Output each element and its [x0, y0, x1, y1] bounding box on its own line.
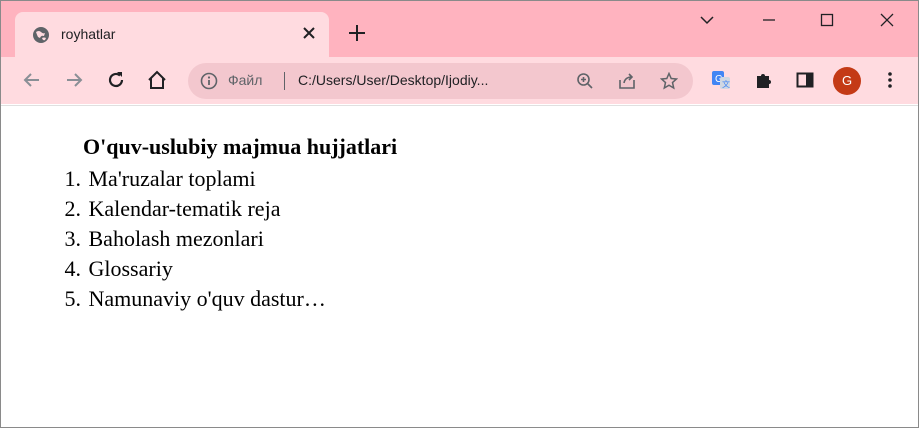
back-arrow-icon[interactable] — [17, 65, 47, 95]
list-item: 1. Ma'ruzalar toplami — [49, 164, 326, 194]
browser-toolbar: Файл C:/Users/User/Desktop/Ijodiy... G文 … — [1, 57, 918, 104]
forward-arrow-icon[interactable] — [59, 65, 89, 95]
svg-text:文: 文 — [722, 79, 730, 89]
browser-window: royhatlar Файл C:/Users/User/Desktop/Ijo… — [0, 0, 919, 428]
star-icon[interactable] — [658, 70, 680, 92]
info-icon[interactable] — [200, 72, 218, 90]
list-item-number: 5. — [64, 286, 82, 311]
list-item-text: Ma'ruzalar toplami — [88, 166, 256, 191]
list-item-text: Baholash mezonlari — [88, 226, 264, 251]
ordered-list: 1. Ma'ruzalar toplami 2. Kalendar-temati… — [49, 164, 326, 314]
list-item-text: Kalendar-tematik reja — [88, 196, 281, 221]
scheme-divider — [284, 72, 285, 90]
page-content: O'quv-uslubiy majmua hujjatlari 1. Ma'ru… — [1, 105, 918, 427]
document-heading: O'quv-uslubiy majmua hujjatlari — [83, 134, 398, 159]
browser-tab[interactable]: royhatlar — [15, 12, 329, 57]
kebab-menu-icon[interactable] — [875, 65, 905, 95]
tab-search-chevron-down-icon[interactable] — [685, 5, 729, 35]
list-item-number: 2. — [64, 196, 82, 221]
address-bar[interactable]: Файл C:/Users/User/Desktop/Ijodiy... — [188, 63, 693, 99]
scheme-label: Файл — [228, 72, 263, 88]
url-text[interactable]: C:/Users/User/Desktop/Ijodiy... — [298, 72, 488, 88]
tab-title: royhatlar — [61, 26, 116, 42]
list-item: 4. Glossariy — [49, 254, 326, 284]
maximize-icon[interactable] — [805, 5, 849, 35]
reload-icon[interactable] — [101, 65, 131, 95]
list-item-text: Glossariy — [88, 256, 173, 281]
translate-icon[interactable]: G文 — [706, 65, 736, 95]
globe-icon — [32, 26, 50, 44]
list-item: 5. Namunaviy o'quv dastur… — [49, 284, 326, 314]
list-item: 2. Kalendar-tematik reja — [49, 194, 326, 224]
zoom-icon[interactable] — [574, 70, 596, 92]
new-tab-button[interactable] — [344, 21, 370, 47]
tab-close-icon[interactable] — [299, 24, 319, 44]
list-item-number: 1. — [64, 166, 82, 191]
share-icon[interactable] — [616, 70, 638, 92]
minimize-icon[interactable] — [747, 5, 791, 35]
tab-strip: royhatlar — [1, 1, 918, 57]
list-item-number: 3. — [64, 226, 82, 251]
list-item: 3. Baholash mezonlari — [49, 224, 326, 254]
side-panel-icon[interactable] — [790, 65, 820, 95]
profile-avatar[interactable]: G — [833, 67, 861, 95]
puzzle-icon[interactable] — [749, 65, 779, 95]
list-item-number: 4. — [64, 256, 82, 281]
close-window-icon[interactable] — [865, 5, 909, 35]
list-item-text: Namunaviy o'quv dastur… — [88, 286, 326, 311]
home-icon[interactable] — [142, 65, 172, 95]
